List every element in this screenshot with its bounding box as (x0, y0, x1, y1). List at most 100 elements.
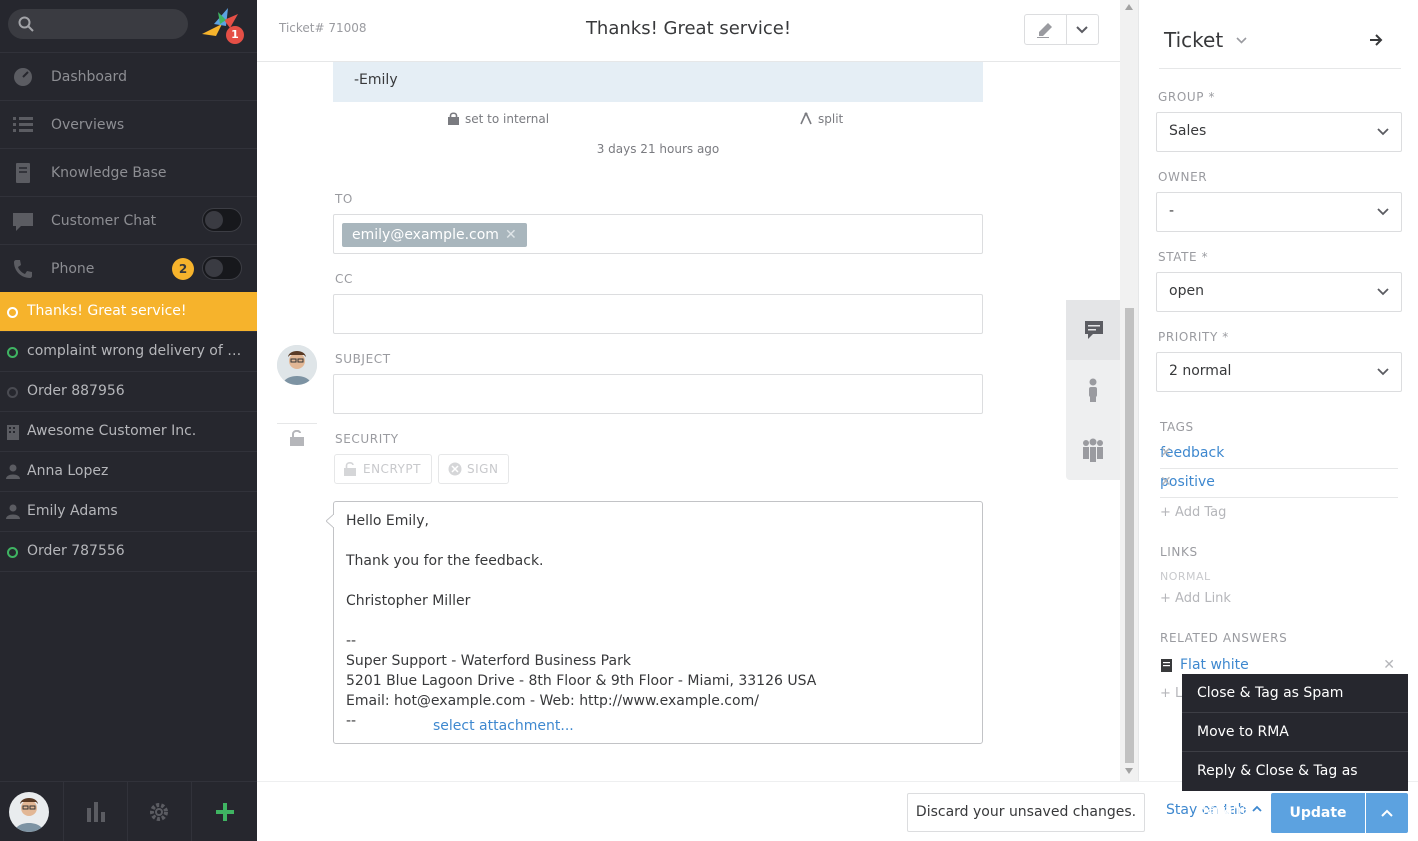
user-face-icon (277, 345, 317, 385)
group-value: Sales (1169, 123, 1207, 139)
new-item-button[interactable] (192, 782, 256, 841)
sidebar-tabs (1066, 300, 1120, 480)
owner-label: OWNER (1158, 170, 1208, 184)
nav-item-knowledge-base[interactable]: Knowledge Base (0, 148, 257, 196)
group-select[interactable]: Sales (1156, 112, 1402, 152)
add-link-link[interactable]: + Add Link (1160, 591, 1231, 606)
chat-toggle[interactable] (202, 208, 242, 232)
ticket-header: Ticket# 71008 Thanks! Great service! (257, 0, 1120, 62)
task-tab-thanks-great-service[interactable]: Thanks! Great service! (0, 292, 257, 332)
reply-body-editor[interactable]: Hello Emily, Thank you for the feedback.… (326, 501, 983, 744)
remove-tag-icon[interactable]: ✕ (1160, 445, 1394, 461)
task-tab-anna-lopez[interactable]: Anna Lopez (0, 452, 257, 492)
macro-reply-close-tag-banana[interactable]: Reply & Close & Tag as Banana (1182, 752, 1408, 818)
task-tab-order-887956[interactable]: Order 887956 (0, 372, 257, 412)
state-select[interactable]: open (1156, 272, 1402, 312)
state-label: STATE * (1158, 250, 1209, 264)
body-line: Thank you for the feedback. (346, 553, 544, 569)
sidebar-title[interactable]: Ticket (1164, 28, 1247, 52)
task-tab-complaint[interactable]: complaint wrong delivery of order 1234 (0, 332, 257, 372)
settings-button[interactable] (128, 782, 192, 841)
update-button[interactable]: Update (1271, 793, 1365, 833)
user-face-icon (15, 798, 43, 832)
add-tag-link[interactable]: + Add Tag (1160, 505, 1226, 520)
nav-item-customer-chat[interactable]: Customer Chat (0, 196, 257, 244)
group-icon (1083, 438, 1103, 462)
person-icon (1089, 378, 1097, 402)
page-title[interactable]: Thanks! Great service! (257, 18, 1120, 39)
chevron-down-icon[interactable] (1076, 26, 1088, 34)
task-label: Emily Adams (27, 503, 118, 519)
arrow-right-icon[interactable] (1369, 34, 1383, 46)
status-open-icon (7, 547, 18, 558)
macro-menu-button[interactable] (1366, 793, 1408, 833)
chevron-down-icon (1377, 288, 1389, 296)
to-field[interactable]: emily@example.com ✕ (333, 214, 983, 254)
phone-toggle[interactable] (202, 256, 242, 280)
logo[interactable]: 1 (200, 6, 244, 44)
dashboard-icon (14, 68, 32, 86)
subject-field[interactable] (333, 374, 983, 414)
scrollbar[interactable] (1120, 0, 1138, 781)
divider (277, 423, 317, 424)
encrypt-button[interactable]: ENCRYPT (334, 454, 432, 484)
links-label: LINKS (1160, 545, 1198, 559)
encrypt-label: ENCRYPT (363, 462, 421, 476)
tag-item[interactable]: positive ✕ (1160, 470, 1398, 498)
divider (1066, 15, 1067, 44)
chevron-up-icon (1381, 809, 1393, 817)
tag-item[interactable]: feedback ✕ (1160, 441, 1398, 469)
task-label: Anna Lopez (27, 463, 109, 479)
divider (1159, 68, 1401, 69)
split-action[interactable]: split (799, 112, 843, 126)
nav-item-dashboard[interactable]: Dashboard (0, 52, 257, 100)
article-actions-button[interactable] (1024, 14, 1099, 45)
owner-select[interactable]: - (1156, 192, 1402, 232)
remove-related-icon[interactable]: ✕ (1383, 657, 1395, 673)
task-tab-order-787556[interactable]: Order 787556 (0, 532, 257, 572)
reports-button[interactable] (64, 782, 128, 841)
remove-token-icon[interactable]: ✕ (505, 227, 517, 243)
nav-label: Overviews (51, 116, 125, 133)
tab-customer[interactable] (1066, 360, 1120, 420)
set-internal-action[interactable]: set to internal (448, 112, 549, 126)
tab-ticket[interactable] (1066, 300, 1120, 360)
nav-bottom-bar (0, 781, 257, 841)
search-icon (18, 16, 34, 32)
macro-close-tag-spam[interactable]: Close & Tag as Spam (1182, 674, 1408, 713)
macro-move-to-rma[interactable]: Move to RMA (1182, 713, 1408, 752)
related-answer-title[interactable]: Flat white (1180, 657, 1249, 673)
set-internal-label: set to internal (465, 112, 550, 126)
task-label: Order 787556 (27, 543, 125, 559)
nav-label: Customer Chat (51, 212, 157, 229)
tab-organization[interactable] (1066, 420, 1120, 480)
body-line: Email: hot@example.com - Web: http://www… (346, 693, 759, 709)
sign-label: SIGN (467, 462, 499, 476)
discard-changes-button[interactable]: Discard your unsaved changes. (907, 793, 1145, 832)
cc-field[interactable] (333, 294, 983, 334)
search-input[interactable] (8, 9, 188, 39)
scroll-up-icon[interactable] (1125, 4, 1133, 10)
scrollbar-thumb[interactable] (1125, 308, 1134, 763)
sign-button[interactable]: SIGN (438, 454, 510, 484)
select-attachment-link[interactable]: select attachment... (433, 718, 574, 734)
task-tab-emily-adams[interactable]: Emily Adams (0, 492, 257, 532)
priority-select[interactable]: 2 normal (1156, 352, 1402, 392)
book-icon (16, 163, 30, 183)
split-label: split (818, 112, 844, 126)
task-tab-organization[interactable]: Awesome Customer Inc. (0, 412, 257, 452)
author-avatar (277, 345, 317, 385)
security-label: SECURITY (335, 432, 399, 446)
unlock-icon[interactable] (290, 430, 304, 446)
state-value: open (1169, 283, 1204, 299)
scroll-down-icon[interactable] (1125, 768, 1133, 774)
remove-tag-icon[interactable]: ✕ (1160, 474, 1394, 490)
nav-item-phone[interactable]: Phone 2 (0, 244, 257, 292)
editor-pointer (326, 514, 334, 528)
status-open-icon (7, 347, 18, 358)
plus-icon (216, 803, 234, 821)
recipient-token[interactable]: emily@example.com ✕ (342, 223, 527, 247)
user-avatar-button[interactable] (0, 782, 64, 841)
body-line: -- (346, 633, 357, 649)
nav-item-overviews[interactable]: Overviews (0, 100, 257, 148)
